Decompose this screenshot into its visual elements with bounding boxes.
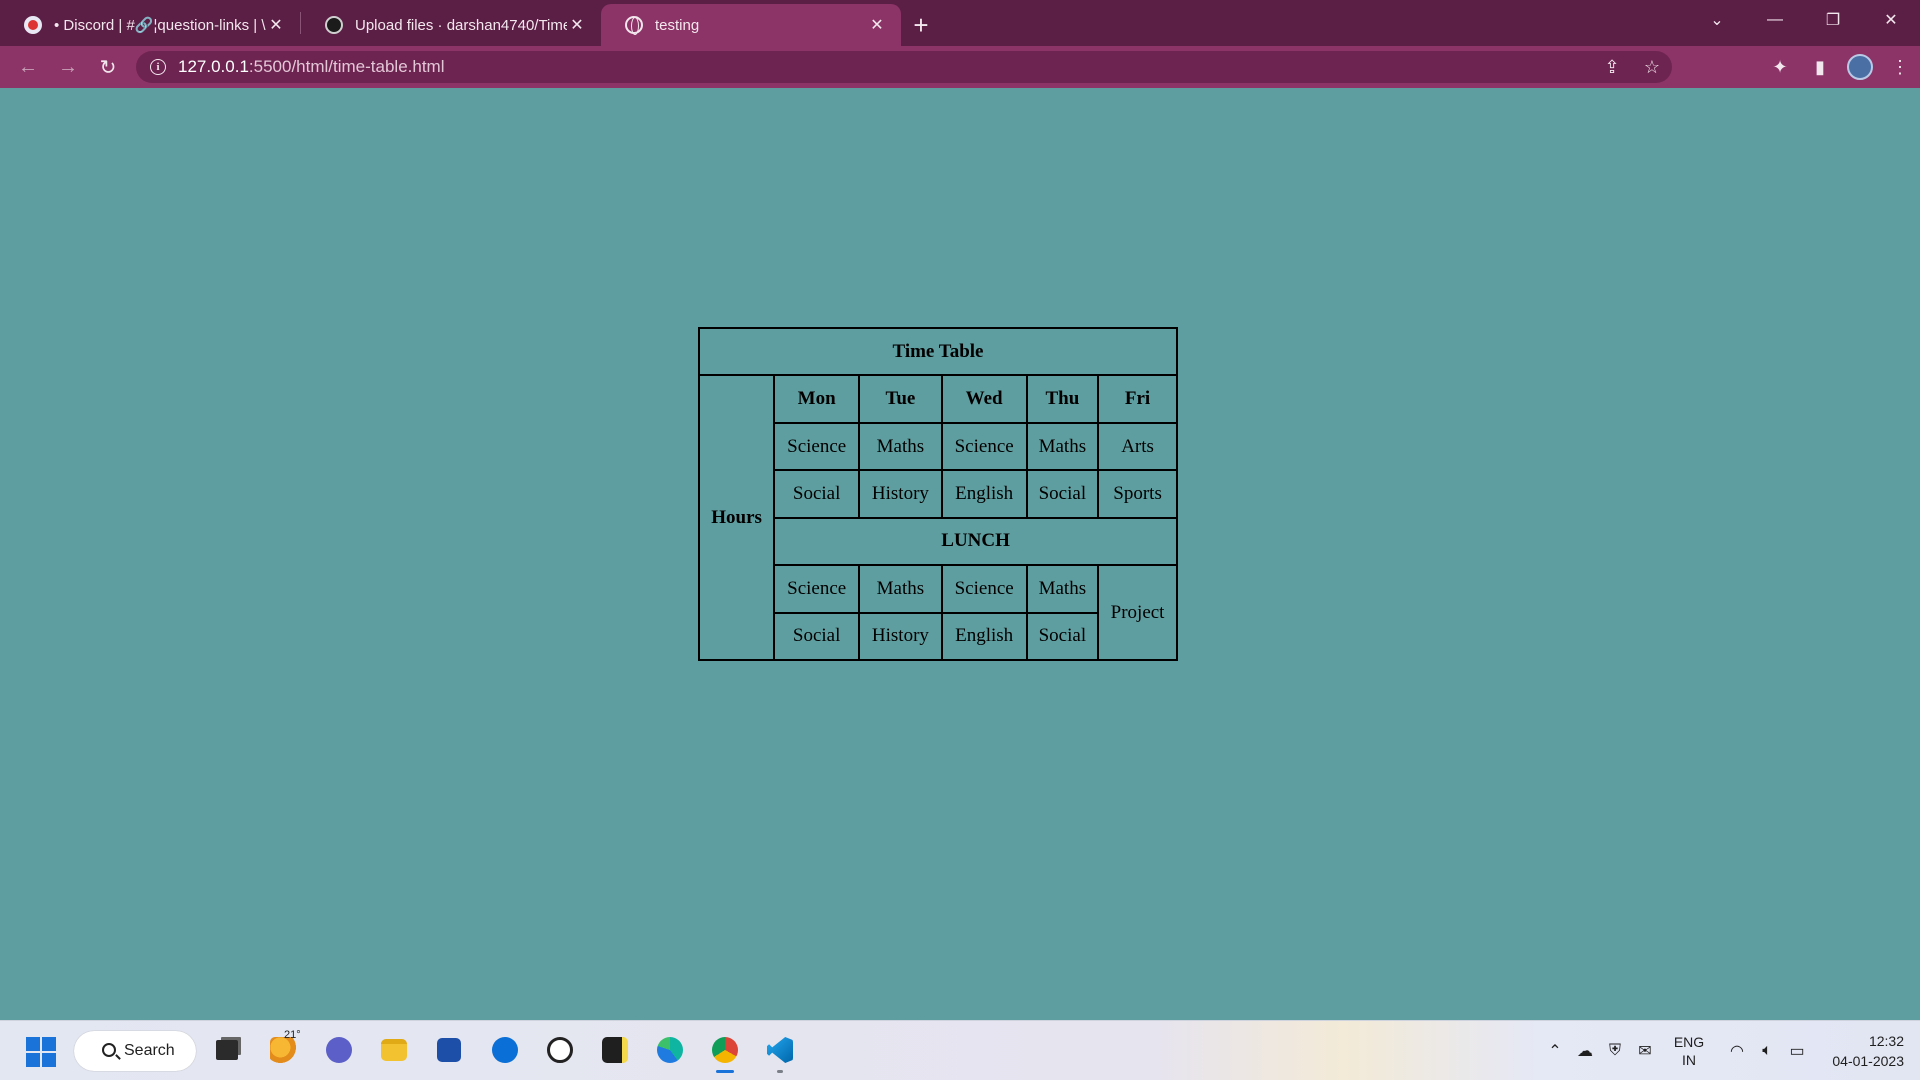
tab-testing[interactable]: testing ✕ [601, 4, 901, 46]
tab-title: Upload files · darshan4740/Timet [355, 16, 567, 34]
table-cell: Maths [1025, 564, 1100, 614]
toolbar-actions: ✦ ▮ ⋮ [1760, 46, 1920, 88]
table-cell: English [940, 611, 1028, 662]
back-icon[interactable]: ← [8, 49, 48, 85]
minimize-icon[interactable]: — [1746, 0, 1804, 40]
github-icon [325, 16, 343, 34]
day-header: Mon [773, 374, 861, 424]
vscode-icon[interactable] [765, 1035, 795, 1073]
project-cell: Project [1097, 564, 1178, 661]
language-code: ENG [1673, 1034, 1705, 1050]
region-code: IN [1682, 1052, 1696, 1068]
lunch-row: LUNCH [773, 516, 1178, 567]
defender-shield-icon[interactable]: ⛨ [1600, 1042, 1630, 1060]
table-cell: Social [773, 611, 861, 662]
chevron-up-icon[interactable]: ⌃ [1540, 1041, 1570, 1061]
sticky-notes-icon[interactable] [600, 1035, 630, 1065]
side-panel-icon[interactable]: ▮ [1800, 46, 1840, 88]
table-title: Time Table [698, 326, 1178, 377]
table-cell: Social [1025, 611, 1100, 662]
close-icon[interactable]: ✕ [867, 15, 887, 35]
tab-search-icon[interactable]: ⌄ [1688, 0, 1746, 40]
search-icon [102, 1043, 116, 1057]
forward-icon[interactable]: → [48, 49, 88, 85]
share-icon[interactable]: ⇪ [1592, 57, 1632, 78]
close-icon[interactable]: ✕ [567, 15, 587, 35]
tab-title: testing [655, 16, 700, 34]
battery-icon[interactable]: ▭ [1782, 1041, 1812, 1061]
teams-chat-icon[interactable] [324, 1035, 354, 1065]
tab-title: • Discord | #🔗¦question-links | \ [54, 17, 266, 34]
chrome-icon[interactable] [710, 1035, 740, 1073]
address-bar[interactable]: i 127.0.0.1:5500/html/time-table.html ⇪ … [136, 51, 1672, 83]
bookmark-star-icon[interactable]: ☆ [1632, 57, 1672, 78]
active-app-indicator [716, 1070, 734, 1073]
table-cell: History [858, 469, 943, 519]
taskbar: Search 21° ⌃ ☁ ⛨ ✉ ENG IN ◠ 🔈︎ ▭ 12:32 0… [0, 1020, 1920, 1080]
day-header: Fri [1097, 374, 1178, 424]
url-host: 127.0.0.1 [178, 57, 249, 76]
taskbar-search[interactable]: Search [74, 1031, 196, 1071]
tab-strip: • Discord | #🔗¦question-links | \ ✕ Uplo… [0, 0, 1920, 46]
menu-icon[interactable]: ⋮ [1880, 46, 1920, 88]
table-cell: Science [940, 421, 1028, 472]
page-viewport: Time Table Hours Mon Tue Wed Thu Fri Sci… [0, 88, 1920, 1020]
onedrive-icon[interactable]: ☁ [1570, 1041, 1600, 1061]
restore-icon[interactable]: ❐ [1804, 0, 1862, 40]
notification-app-icon[interactable]: ✉ [1630, 1041, 1660, 1061]
weather-temperature: 21° [284, 1029, 301, 1041]
tab-github-upload[interactable]: Upload files · darshan4740/Timet ✕ [301, 4, 601, 46]
table-cell: Maths [858, 421, 943, 472]
table-cell: Maths [858, 564, 943, 614]
table-cell: English [940, 469, 1028, 519]
table-cell: Science [773, 421, 861, 472]
discord-icon [24, 16, 42, 34]
table-cell: History [858, 611, 943, 662]
extensions-icon[interactable]: ✦ [1760, 46, 1800, 88]
support-assist-icon[interactable] [490, 1035, 520, 1065]
wifi-icon[interactable]: ◠ [1722, 1041, 1752, 1061]
table-cell: Arts [1097, 421, 1178, 472]
task-view-icon[interactable] [212, 1035, 242, 1065]
site-info-icon[interactable]: i [150, 59, 166, 75]
omnibox-actions: ⇪ ☆ [1592, 51, 1672, 83]
hours-header: Hours [697, 374, 776, 661]
day-header: Thu [1025, 374, 1100, 424]
clock[interactable]: 12:32 04-01-2023 [1832, 1031, 1904, 1071]
reload-icon[interactable]: ↻ [88, 49, 128, 85]
windows-start-icon[interactable] [26, 1037, 56, 1067]
profile-avatar[interactable] [1847, 54, 1873, 80]
system-tray: ⌃ ☁ ⛨ ✉ ENG IN ◠ 🔈︎ ▭ [1540, 1021, 1812, 1080]
close-icon[interactable]: ✕ [266, 15, 286, 35]
table-cell: Sports [1097, 469, 1178, 519]
open-app-indicator [777, 1070, 783, 1073]
browser-toolbar: ← → ↻ i 127.0.0.1:5500/html/time-table.h… [0, 46, 1920, 88]
url-text[interactable]: 127.0.0.1:5500/html/time-table.html [178, 57, 445, 77]
edge-icon[interactable] [655, 1035, 685, 1065]
tab-discord[interactable]: • Discord | #🔗¦question-links | \ ✕ [0, 4, 300, 46]
day-header: Tue [858, 374, 943, 424]
clock-date: 04-01-2023 [1832, 1053, 1904, 1069]
time-table: Time Table Hours Mon Tue Wed Thu Fri Sci… [697, 326, 1178, 662]
window-controls: ⌄ — ❐ ✕ [1688, 0, 1920, 40]
day-header: Wed [940, 374, 1028, 424]
close-window-icon[interactable]: ✕ [1862, 0, 1920, 40]
url-path: :5500/html/time-table.html [248, 57, 445, 76]
dell-icon[interactable] [545, 1035, 575, 1065]
microsoft-store-icon[interactable] [434, 1035, 464, 1065]
globe-icon [625, 16, 643, 35]
clock-time: 12:32 [1868, 1033, 1904, 1049]
table-cell: Social [1025, 469, 1100, 519]
table-cell: Science [940, 564, 1028, 614]
volume-icon[interactable]: 🔈︎ [1752, 1042, 1782, 1060]
search-label: Search [124, 1042, 175, 1059]
table-cell: Maths [1025, 421, 1100, 472]
new-tab-button[interactable]: + [901, 4, 941, 46]
language-indicator[interactable]: ENG IN [1668, 1033, 1710, 1069]
table-cell: Social [773, 469, 861, 519]
table-cell: Science [773, 564, 861, 614]
file-explorer-icon[interactable] [379, 1035, 409, 1065]
